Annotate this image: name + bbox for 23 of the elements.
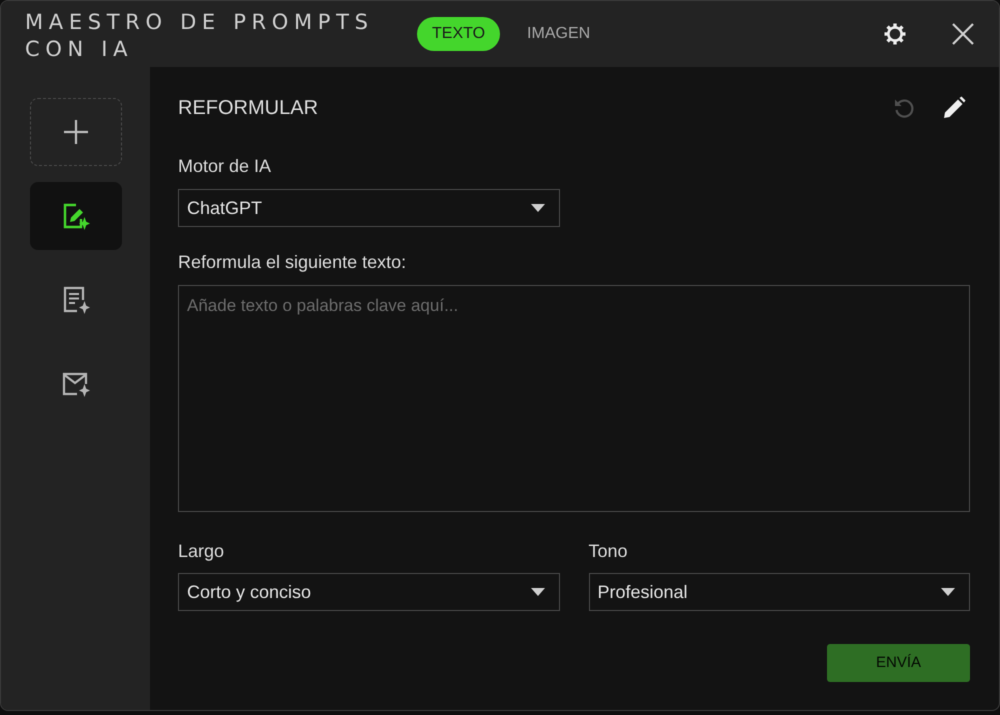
- length-dropdown[interactable]: Corto y conciso: [178, 573, 560, 611]
- sparkle-document-icon: [62, 286, 90, 314]
- close-icon: [952, 23, 974, 45]
- settings-icon: [883, 22, 907, 46]
- tone-dropdown[interactable]: Profesional: [588, 573, 970, 611]
- caret-icon: [941, 588, 955, 596]
- caret-icon: [531, 204, 545, 212]
- field-label: Reformula el siguiente texto:: [178, 251, 406, 274]
- sparkle-edit-icon: [62, 202, 90, 230]
- window-title: MAESTRO DE PROMPTS CON IA: [25, 9, 375, 63]
- mode-tab[interactable]: TEXTO: [417, 17, 500, 51]
- panel-title: REFORMULAR: [178, 96, 318, 121]
- rewrite-tool-button[interactable]: [30, 182, 122, 250]
- prompt-field[interactable]: Añade texto o palabras clave aquí...: [178, 285, 970, 512]
- field-label: Largo: [178, 540, 224, 563]
- caret-icon: [530, 588, 544, 596]
- engine-dropdown[interactable]: ChatGPT: [178, 189, 560, 227]
- mode-tab[interactable]: IMAGEN: [512, 17, 606, 51]
- field-label: Tono: [588, 540, 628, 563]
- field-label: Motor de IA: [178, 155, 272, 178]
- pencil-icon: [942, 96, 966, 120]
- plus-icon: [62, 119, 88, 145]
- sparkle-mail-icon: [62, 371, 90, 397]
